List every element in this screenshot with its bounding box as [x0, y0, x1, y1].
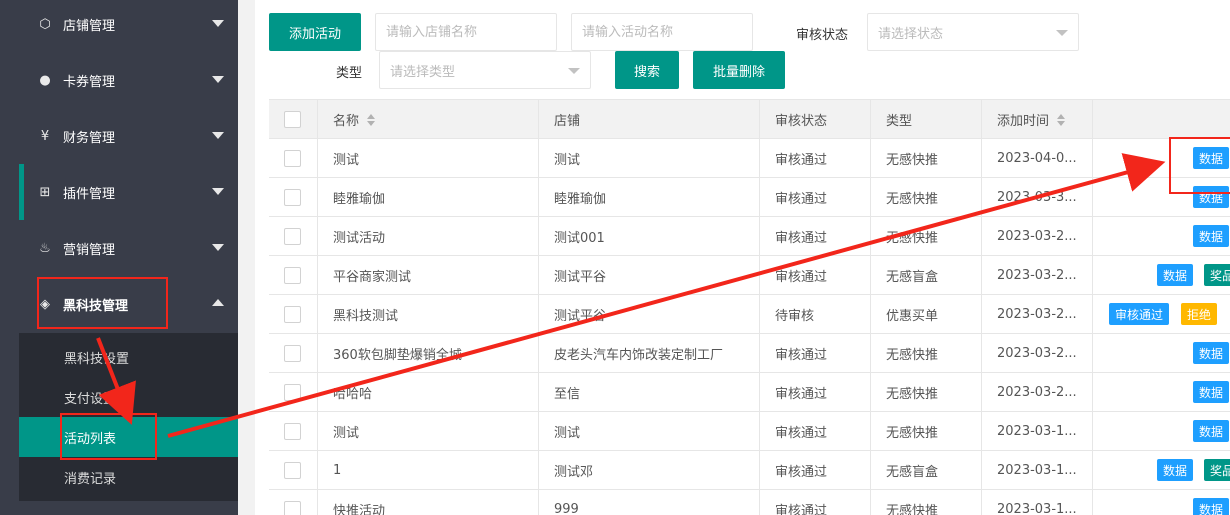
page: ⬡ 店铺管理 ● 卡券管理 ¥ 财务管理 ⊞ 插件管理 ♨ 营销管理 ◈ 黑科技…: [0, 0, 1230, 515]
arrow-menu-to-submenu: [96, 337, 136, 425]
annotation-arrows: [96, 153, 1166, 438]
arrow-submenu-to-data: [167, 153, 1166, 438]
